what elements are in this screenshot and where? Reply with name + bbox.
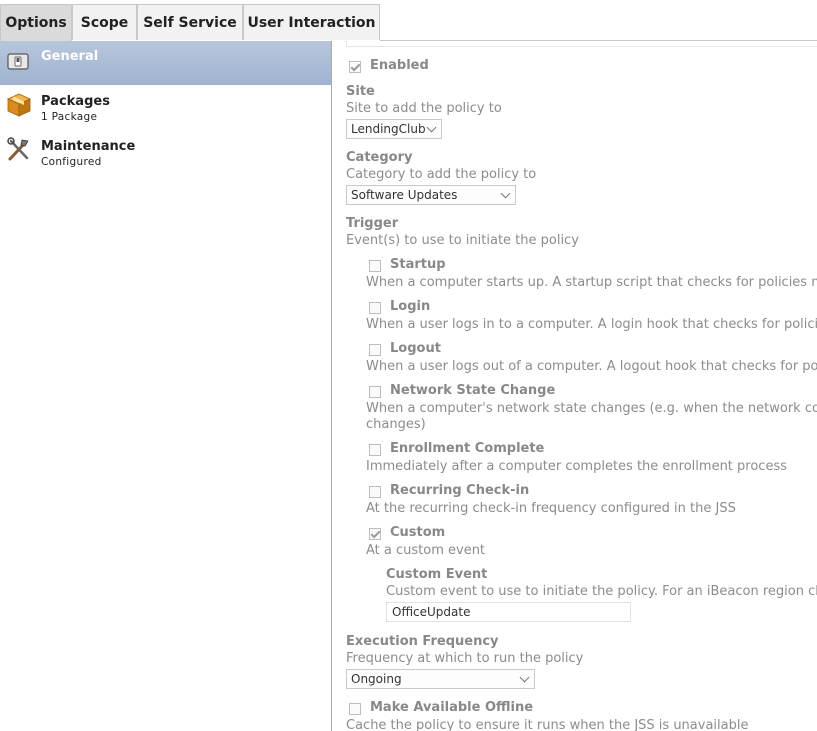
sidebar-item-general[interactable]: General — [0, 41, 331, 85]
category-select-value: Software Updates — [351, 188, 458, 202]
offline-description: Cache the policy to ensure it runs when … — [346, 718, 749, 731]
sidebar: General Packages 1 Package Maintenance C… — [0, 41, 331, 731]
site-select[interactable]: LendingClub — [346, 119, 442, 139]
sidebar-item-label: Packages — [41, 94, 110, 109]
trigger-enrollment-label: Enrollment Complete — [390, 441, 545, 456]
tab-user-interaction[interactable]: User Interaction — [243, 4, 380, 40]
category-label: Category — [346, 150, 413, 165]
offline-checkbox[interactable] — [349, 703, 361, 715]
custom-event-description: Custom event to use to initiate the poli… — [386, 584, 817, 599]
package-box-icon — [6, 92, 31, 117]
trigger-network-state-label: Network State Change — [390, 383, 556, 398]
trigger-enrollment-checkbox[interactable] — [369, 444, 381, 456]
trigger-recurring-label: Recurring Check-in — [390, 483, 530, 498]
tab-label: Scope — [80, 14, 129, 31]
execution-frequency-description: Frequency at which to run the policy — [346, 651, 584, 666]
tab-self-service[interactable]: Self Service — [137, 4, 243, 40]
trigger-logout-label: Logout — [390, 341, 441, 356]
general-panel: Enabled Site Site to add the policy to L… — [332, 41, 817, 731]
custom-event-label: Custom Event — [386, 567, 488, 582]
trigger-login-checkbox[interactable] — [369, 302, 381, 314]
enabled-checkbox[interactable] — [349, 61, 361, 73]
custom-event-input-value: OfficeUpdate — [392, 605, 471, 619]
trigger-custom-description: At a custom event — [366, 543, 486, 558]
trigger-network-state-description-cont: changes) — [366, 417, 426, 432]
tab-label: Options — [5, 15, 67, 31]
tab-options[interactable]: Options — [0, 4, 72, 41]
trigger-logout-checkbox[interactable] — [369, 344, 381, 356]
chevron-down-icon — [426, 122, 437, 133]
tab-label: Self Service — [143, 14, 237, 31]
category-description: Category to add the policy to — [346, 167, 537, 182]
switch-icon — [6, 49, 30, 73]
trigger-enrollment-description: Immediately after a computer completes t… — [366, 459, 787, 474]
trigger-network-state-description: When a computer's network state changes … — [366, 401, 817, 416]
sidebar-item-label: Maintenance — [41, 139, 136, 154]
trigger-network-state-checkbox[interactable] — [369, 386, 381, 398]
offline-label: Make Available Offline — [370, 700, 534, 715]
site-label: Site — [346, 84, 375, 99]
trigger-custom-label: Custom — [390, 525, 446, 540]
site-description: Site to add the policy to — [346, 101, 502, 116]
custom-event-input[interactable]: OfficeUpdate — [386, 602, 631, 622]
trigger-logout-description: When a user logs out of a computer. A lo… — [366, 359, 817, 374]
trigger-description: Event(s) to use to initiate the policy — [346, 233, 579, 248]
sidebar-item-maintenance[interactable]: Maintenance Configured — [0, 135, 331, 177]
trigger-recurring-description: At the recurring check-in frequency conf… — [366, 501, 736, 516]
execution-frequency-select[interactable]: Ongoing — [346, 669, 535, 689]
trigger-login-description: When a user logs in to a computer. A log… — [366, 317, 817, 332]
trigger-custom-checkbox[interactable] — [369, 528, 381, 540]
site-select-value: LendingClub — [351, 122, 426, 136]
chevron-down-icon — [519, 672, 530, 683]
tab-scope[interactable]: Scope — [72, 4, 137, 40]
tools-icon — [6, 137, 30, 161]
trigger-startup-checkbox[interactable] — [369, 260, 381, 272]
category-select[interactable]: Software Updates — [346, 185, 516, 205]
trigger-label: Trigger — [346, 216, 399, 231]
sidebar-item-packages[interactable]: Packages 1 Package — [0, 90, 331, 132]
trigger-startup-description: When a computer starts up. A startup scr… — [366, 275, 817, 290]
execution-frequency-label: Execution Frequency — [346, 634, 499, 649]
tab-bar: Options Scope Self Service User Interact… — [0, 0, 817, 41]
tab-label: User Interaction — [247, 14, 376, 31]
enabled-label: Enabled — [370, 58, 429, 73]
trigger-login-label: Login — [390, 299, 431, 314]
display-name-input[interactable] — [346, 41, 817, 47]
chevron-down-icon — [500, 188, 511, 199]
sidebar-item-subtitle: Configured — [41, 156, 102, 168]
trigger-recurring-checkbox[interactable] — [369, 486, 381, 498]
trigger-startup-label: Startup — [390, 257, 446, 272]
sidebar-item-label: General — [41, 49, 99, 64]
sidebar-item-subtitle: 1 Package — [41, 111, 98, 123]
execution-frequency-select-value: Ongoing — [351, 672, 402, 686]
